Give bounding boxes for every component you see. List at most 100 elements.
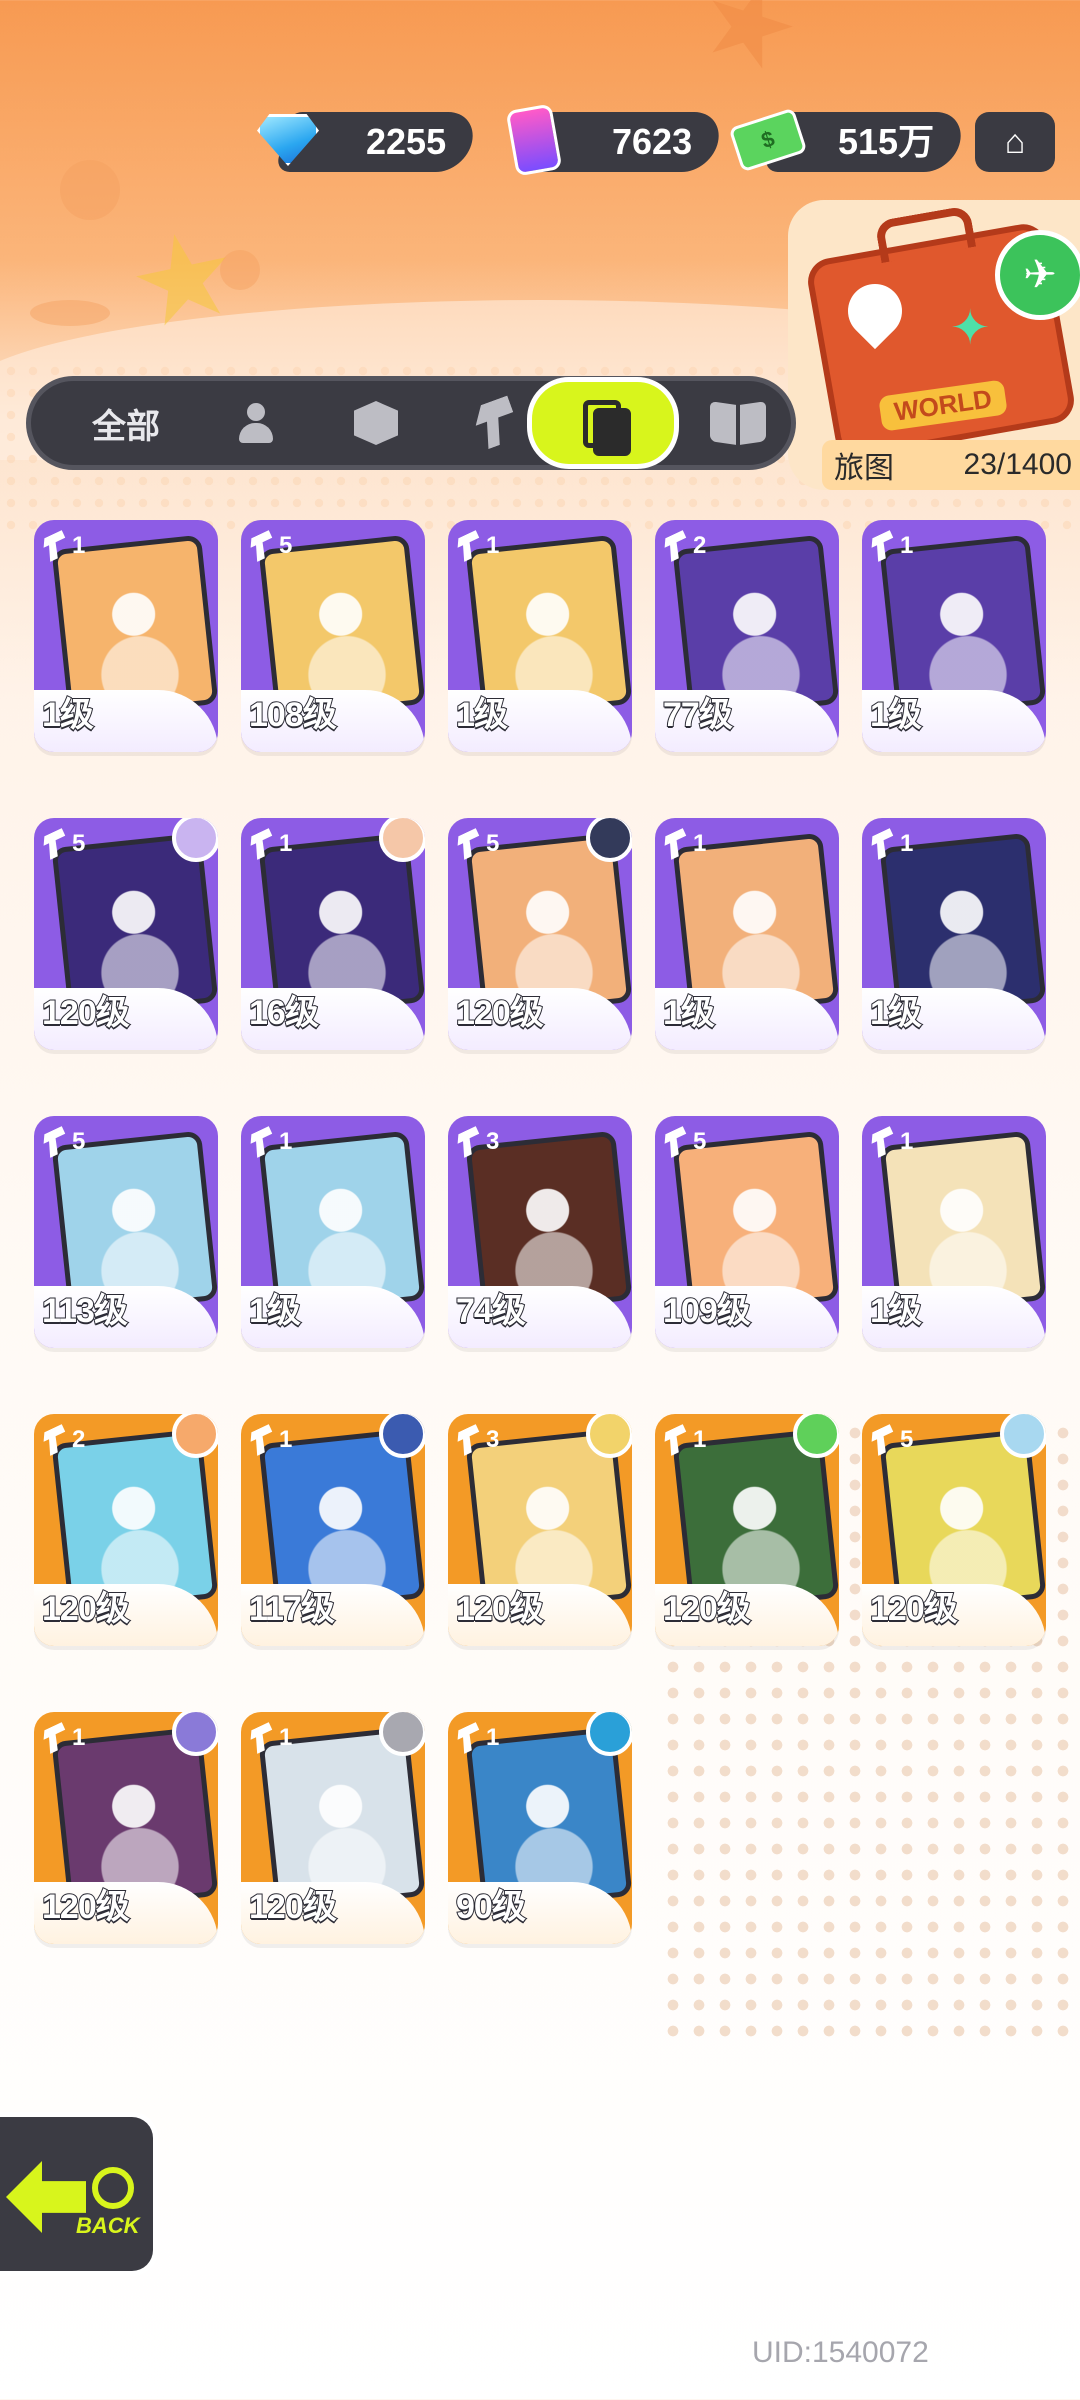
tab-book[interactable] (683, 381, 793, 465)
spray-can-icon (494, 100, 574, 180)
weapon-icon (661, 828, 693, 860)
background-splash (30, 300, 110, 326)
collection-card[interactable]: 5 120级 (862, 1414, 1046, 1646)
collection-card[interactable]: 1 1级 (448, 520, 632, 752)
card-count-badge: 1 (458, 1718, 522, 1758)
sparkle-icon: ✦ (950, 300, 991, 356)
character-avatar (379, 1712, 425, 1756)
tab-box[interactable] (321, 381, 431, 465)
character-avatar (172, 1712, 218, 1756)
collection-card[interactable]: 1 90级 (448, 1712, 632, 1944)
card-level: 90级 (455, 1887, 527, 1927)
background-starfish-icon: ★ (682, 0, 816, 101)
card-count: 1 (279, 1724, 293, 1751)
card-level: 117级 (248, 1589, 336, 1629)
collection-card[interactable]: 2 77级 (655, 520, 839, 752)
card-level: 1级 (248, 1291, 302, 1331)
collection-card[interactable]: 1 1级 (862, 520, 1046, 752)
box-icon (354, 401, 398, 445)
collection-card[interactable]: 3 120级 (448, 1414, 632, 1646)
card-count-badge: 1 (251, 1420, 315, 1460)
cash-value: 515万 (837, 121, 934, 162)
collection-card[interactable]: 1 1级 (34, 520, 218, 752)
collection-card[interactable]: 1 117级 (241, 1414, 425, 1646)
weapon-icon (454, 1722, 486, 1754)
collection-card[interactable]: 1 120级 (655, 1414, 839, 1646)
collection-card[interactable]: 5 109级 (655, 1116, 839, 1348)
card-level: 120级 (41, 993, 131, 1033)
card-count-badge: 5 (44, 824, 108, 864)
tab-cards[interactable] (527, 377, 679, 469)
weapon-icon (40, 1722, 72, 1754)
card-level: 74级 (455, 1291, 527, 1331)
tab-all[interactable]: 全部 (61, 381, 191, 465)
back-button[interactable]: BACK (0, 2112, 158, 2276)
gift-icon: ⌂ (1004, 122, 1026, 161)
card-level: 120级 (248, 1887, 338, 1927)
gift-button[interactable]: ⌂ (975, 112, 1055, 172)
collection-card[interactable]: 1 1级 (655, 818, 839, 1050)
user-id: UID:1540072 (752, 2336, 929, 2369)
character-avatar (793, 1414, 839, 1458)
card-count: 5 (900, 1426, 914, 1453)
card-level: 16级 (248, 993, 320, 1033)
card-count-badge: 5 (872, 1420, 936, 1460)
card-level: 109级 (662, 1291, 752, 1331)
weapon-icon (40, 1424, 72, 1456)
card-count: 5 (693, 1128, 707, 1155)
background-splash (220, 250, 260, 290)
paint-value: 7623 (611, 121, 692, 162)
card-level: 120级 (41, 1589, 131, 1629)
card-count-badge: 5 (665, 1122, 729, 1162)
collection-card[interactable]: 1 16级 (241, 818, 425, 1050)
collection-card[interactable]: 1 1级 (862, 1116, 1046, 1348)
book-icon (710, 403, 766, 443)
card-level: 120级 (41, 1887, 131, 1927)
collection-card[interactable]: 1 1级 (862, 818, 1046, 1050)
card-level: 1级 (869, 1291, 923, 1331)
weapon-icon (470, 395, 523, 450)
weapon-icon (454, 530, 486, 562)
collection-card[interactable]: 1 120级 (34, 1712, 218, 1944)
card-count-badge: 1 (872, 1122, 936, 1162)
card-level: 113级 (41, 1291, 129, 1331)
card-count: 3 (486, 1128, 500, 1155)
weapon-icon (40, 530, 72, 562)
collection-card[interactable]: 3 74级 (448, 1116, 632, 1348)
weapon-icon (247, 1126, 279, 1158)
card-count-badge: 5 (251, 526, 315, 566)
card-count: 1 (279, 1426, 293, 1453)
weapon-icon (868, 1126, 900, 1158)
card-count: 1 (693, 830, 707, 857)
card-level: 120级 (869, 1589, 959, 1629)
collection-card[interactable]: 5 120级 (34, 818, 218, 1050)
background-splash (60, 160, 120, 220)
map-progress: 23/1400 (963, 448, 1072, 481)
character-avatar (1000, 1414, 1046, 1458)
cards-icon (583, 400, 631, 456)
collection-card[interactable]: 1 120级 (241, 1712, 425, 1944)
card-count: 2 (693, 532, 707, 559)
weapon-icon (247, 1424, 279, 1456)
card-level: 1级 (455, 695, 509, 735)
weapon-icon (868, 1424, 900, 1456)
card-count-badge: 1 (665, 1420, 729, 1460)
collection-card[interactable]: 5 108级 (241, 520, 425, 752)
card-count-badge: 1 (44, 1718, 108, 1758)
collection-card[interactable]: 5 120级 (448, 818, 632, 1050)
card-level: 77级 (662, 695, 734, 735)
card-level: 1级 (662, 993, 716, 1033)
tab-character[interactable] (201, 381, 311, 465)
character-avatar (172, 1414, 218, 1458)
weapon-icon (868, 530, 900, 562)
card-level: 1级 (869, 993, 923, 1033)
card-count-badge: 1 (665, 824, 729, 864)
card-count-badge: 1 (458, 526, 522, 566)
back-arrow-icon (6, 2161, 86, 2233)
card-count: 3 (486, 1426, 500, 1453)
collection-card[interactable]: 5 113级 (34, 1116, 218, 1348)
collection-card[interactable]: 2 120级 (34, 1414, 218, 1646)
card-count: 1 (900, 1128, 914, 1155)
collection-card[interactable]: 1 1级 (241, 1116, 425, 1348)
card-count-badge: 1 (251, 824, 315, 864)
